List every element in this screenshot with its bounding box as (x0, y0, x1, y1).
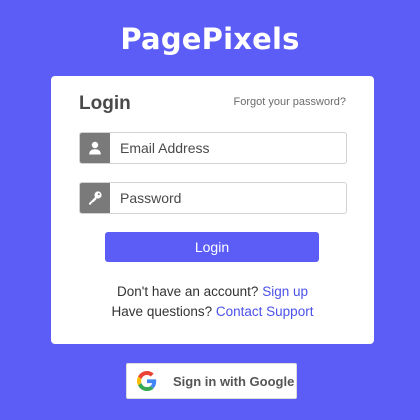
google-signin-button[interactable]: Sign in with Google (126, 363, 297, 399)
login-title: Login (79, 93, 131, 114)
signup-line: Don't have an account? Sign up (51, 284, 374, 299)
contact-support-link[interactable]: Contact Support (216, 304, 314, 319)
email-field (79, 132, 347, 164)
email-input[interactable] (110, 133, 346, 163)
user-icon (80, 133, 110, 163)
google-icon (137, 371, 157, 391)
brand-title: PagePixels (120, 22, 300, 56)
key-icon (80, 183, 110, 213)
password-field (79, 182, 347, 214)
signup-link[interactable]: Sign up (262, 284, 308, 299)
login-card: Login Forgot your password? Login Don't … (51, 76, 374, 344)
google-signin-label: Sign in with Google (173, 373, 295, 389)
support-line: Have questions? Contact Support (51, 304, 374, 319)
password-input[interactable] (110, 183, 346, 213)
support-prompt: Have questions? (111, 304, 213, 319)
signup-prompt: Don't have an account? (117, 284, 259, 299)
login-button[interactable]: Login (105, 232, 319, 262)
forgot-password-link[interactable]: Forgot your password? (234, 96, 347, 108)
